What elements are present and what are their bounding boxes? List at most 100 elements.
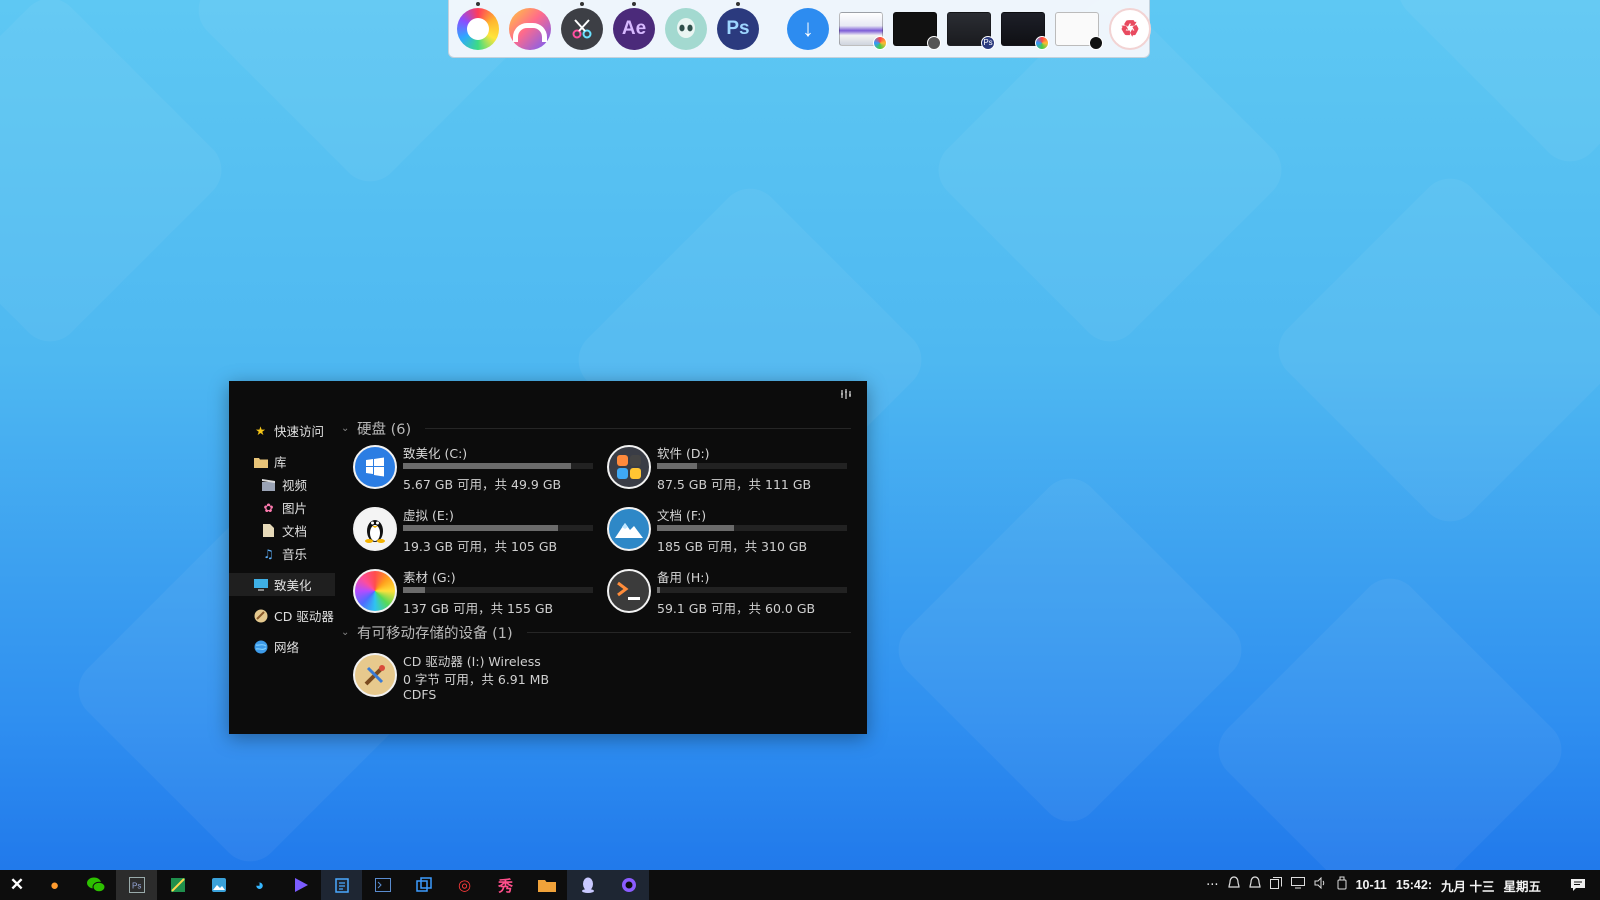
cd-drive-icon: [353, 653, 397, 697]
photoshop-label: Ps: [726, 17, 750, 39]
taskbar-app-browser-icon[interactable]: [608, 870, 649, 900]
taskbar-app-notepad-icon[interactable]: [321, 870, 362, 900]
photos-pinwheel-icon: [353, 569, 397, 613]
group-header-removable[interactable]: ⌄ 有可移动存储的设备 (1): [341, 621, 851, 643]
monitor-icon: [253, 577, 268, 592]
nav-this-pc-label: 致美化: [274, 578, 312, 593]
taskbar-app-bear-icon[interactable]: ●: [34, 870, 75, 900]
recycle-glyph: ♻: [1120, 15, 1140, 41]
network-icon[interactable]: [1290, 877, 1305, 893]
taskbar-app-palette-icon[interactable]: ◕: [239, 870, 280, 900]
clapper-icon: [261, 477, 276, 492]
nav-this-pc[interactable]: 致美化: [229, 573, 335, 596]
star-icon: ★: [255, 423, 266, 438]
nav-pictures[interactable]: ✿ 图片: [229, 496, 335, 519]
drive-e[interactable]: 虚拟 (E:) 19.3 GB 可用，共 105 GB: [353, 507, 607, 554]
start-glyph: ✕: [9, 875, 25, 894]
nav-cd-drive[interactable]: CD 驱动器: [229, 604, 335, 627]
start-button[interactable]: ✕: [0, 870, 34, 900]
drive-free-space: 137 GB 可用，共 155 GB: [403, 601, 554, 616]
taskbar-app-media-player-icon[interactable]: [280, 870, 321, 900]
photoshop-icon[interactable]: Ps: [717, 1, 759, 50]
nav-documents[interactable]: 文档: [229, 519, 335, 542]
nav-videos-label: 视频: [282, 478, 308, 493]
download-glyph: ↓: [802, 14, 814, 42]
taskbar-app-photos-icon[interactable]: [198, 870, 239, 900]
taskbar-app-wechat-icon[interactable]: [75, 870, 116, 900]
nav-library[interactable]: 库: [229, 450, 335, 473]
mountain-icon: [607, 507, 651, 551]
time-text[interactable]: 15:42:: [1396, 878, 1432, 892]
weekday-text[interactable]: 星期五: [1503, 876, 1541, 895]
nav-music-label: 音乐: [282, 547, 308, 562]
group-divider: [425, 427, 851, 429]
qq-tray-icon-2[interactable]: [1248, 876, 1261, 894]
qq-badge-icon: [1089, 35, 1103, 50]
group-header-hard-disks[interactable]: ⌄ 硬盘 (6): [341, 417, 851, 439]
download-icon[interactable]: ↓: [787, 7, 829, 50]
drive-name: 文档 (F:): [657, 508, 707, 523]
windows-icon: [353, 445, 397, 489]
recycle-bin-icon[interactable]: ♻: [1109, 7, 1151, 50]
nav-music[interactable]: ♫ 音乐: [229, 542, 335, 565]
taskbar-app-meitu-icon[interactable]: 秀: [485, 870, 526, 900]
window-thumbnail-browser[interactable]: [839, 11, 887, 50]
usage-bar-fill: [403, 587, 426, 593]
running-indicator: [476, 1, 480, 6]
group-divider: [526, 631, 851, 633]
file-explorer-window: ★ 快速访问 库 视频 ✿ 图片 文档 ♫ 音乐 致美化 CD 驱动器 网络 ⌄…: [229, 381, 867, 734]
flower-icon: ✿: [263, 500, 274, 515]
drive-i[interactable]: CD 驱动器 (I:) Wireless 0 字节 可用，共 6.91 MB C…: [353, 653, 851, 705]
video-cut-icon[interactable]: [561, 1, 603, 50]
taskbar-app-netease-music-icon[interactable]: ◎: [444, 870, 485, 900]
drive-h[interactable]: 备用 (H:) 59.1 GB 可用，共 60.0 GB: [607, 569, 861, 616]
linux-penguin-icon: [353, 507, 397, 551]
drive-g[interactable]: 素材 (G:) 137 GB 可用，共 155 GB: [353, 569, 607, 616]
nav-network[interactable]: 网络: [229, 635, 335, 658]
taskbar-app-image-editor-icon[interactable]: [157, 870, 198, 900]
nav-quick-access[interactable]: ★ 快速访问: [229, 419, 335, 442]
drive-free-space: 87.5 GB 可用，共 111 GB: [657, 477, 812, 492]
taskbar-app-qq-icon[interactable]: [567, 870, 608, 900]
drive-f[interactable]: 文档 (F:) 185 GB 可用，共 310 GB: [607, 507, 861, 554]
after-effects-label: Ae: [621, 17, 647, 39]
taskbar-app-terminal-icon[interactable]: [362, 870, 403, 900]
drive-name: 备用 (H:): [657, 570, 710, 585]
running-indicator: [632, 1, 636, 6]
nav-library-label: 库: [274, 455, 287, 470]
window-thumbnail-editor[interactable]: [1001, 11, 1049, 50]
drive-name: 致美化 (C:): [403, 446, 468, 461]
taskbar-app-window-copy-icon[interactable]: [403, 870, 444, 900]
alien-app-icon[interactable]: [665, 7, 707, 50]
music-note-icon: ♫: [263, 546, 274, 561]
qq-tray-icon[interactable]: [1227, 876, 1240, 894]
usage-bar-fill: [657, 463, 698, 469]
tray-overflow-button[interactable]: ···: [1206, 878, 1218, 893]
drive-free-space: 59.1 GB 可用，共 60.0 GB: [657, 601, 816, 616]
usage-bar: [657, 587, 847, 593]
task-view-icon[interactable]: [1269, 877, 1282, 893]
rainbow-color-picker-icon[interactable]: [457, 1, 499, 50]
usb-device-icon[interactable]: [1337, 876, 1347, 894]
drive-c[interactable]: 致美化 (C:) 5.67 GB 可用，共 49.9 GB: [353, 445, 607, 492]
arc-app-icon[interactable]: [509, 7, 551, 50]
drive-d[interactable]: 软件 (D:) 87.5 GB 可用，共 111 GB: [607, 445, 861, 492]
volume-icon[interactable]: [1314, 876, 1328, 893]
chevron-down-icon: ⌄: [341, 626, 350, 638]
color-app-badge-icon: [1035, 35, 1049, 50]
drive-name: CD 驱动器 (I:) Wireless: [403, 654, 541, 669]
taskbar-app-file-explorer-icon[interactable]: [526, 870, 567, 900]
drive-name: 素材 (G:): [403, 570, 456, 585]
date-text[interactable]: 10-11: [1356, 878, 1387, 892]
app-dock: Ae Ps ↓ Ps ♻: [448, 0, 1151, 58]
taskbar-app-photoshop-icon[interactable]: Ps: [116, 870, 157, 900]
window-thumbnail-qq[interactable]: [1055, 11, 1103, 50]
after-effects-icon[interactable]: Ae: [613, 1, 655, 50]
window-thumbnail-photoshop[interactable]: Ps: [947, 11, 995, 50]
window-thumbnail-video[interactable]: [893, 11, 941, 50]
action-center-icon[interactable]: [1568, 870, 1588, 900]
running-indicator: [580, 1, 584, 6]
window-menu-icon[interactable]: [837, 387, 855, 405]
nav-videos[interactable]: 视频: [229, 473, 335, 496]
lunar-date-text[interactable]: 九月 十三: [1441, 876, 1494, 895]
